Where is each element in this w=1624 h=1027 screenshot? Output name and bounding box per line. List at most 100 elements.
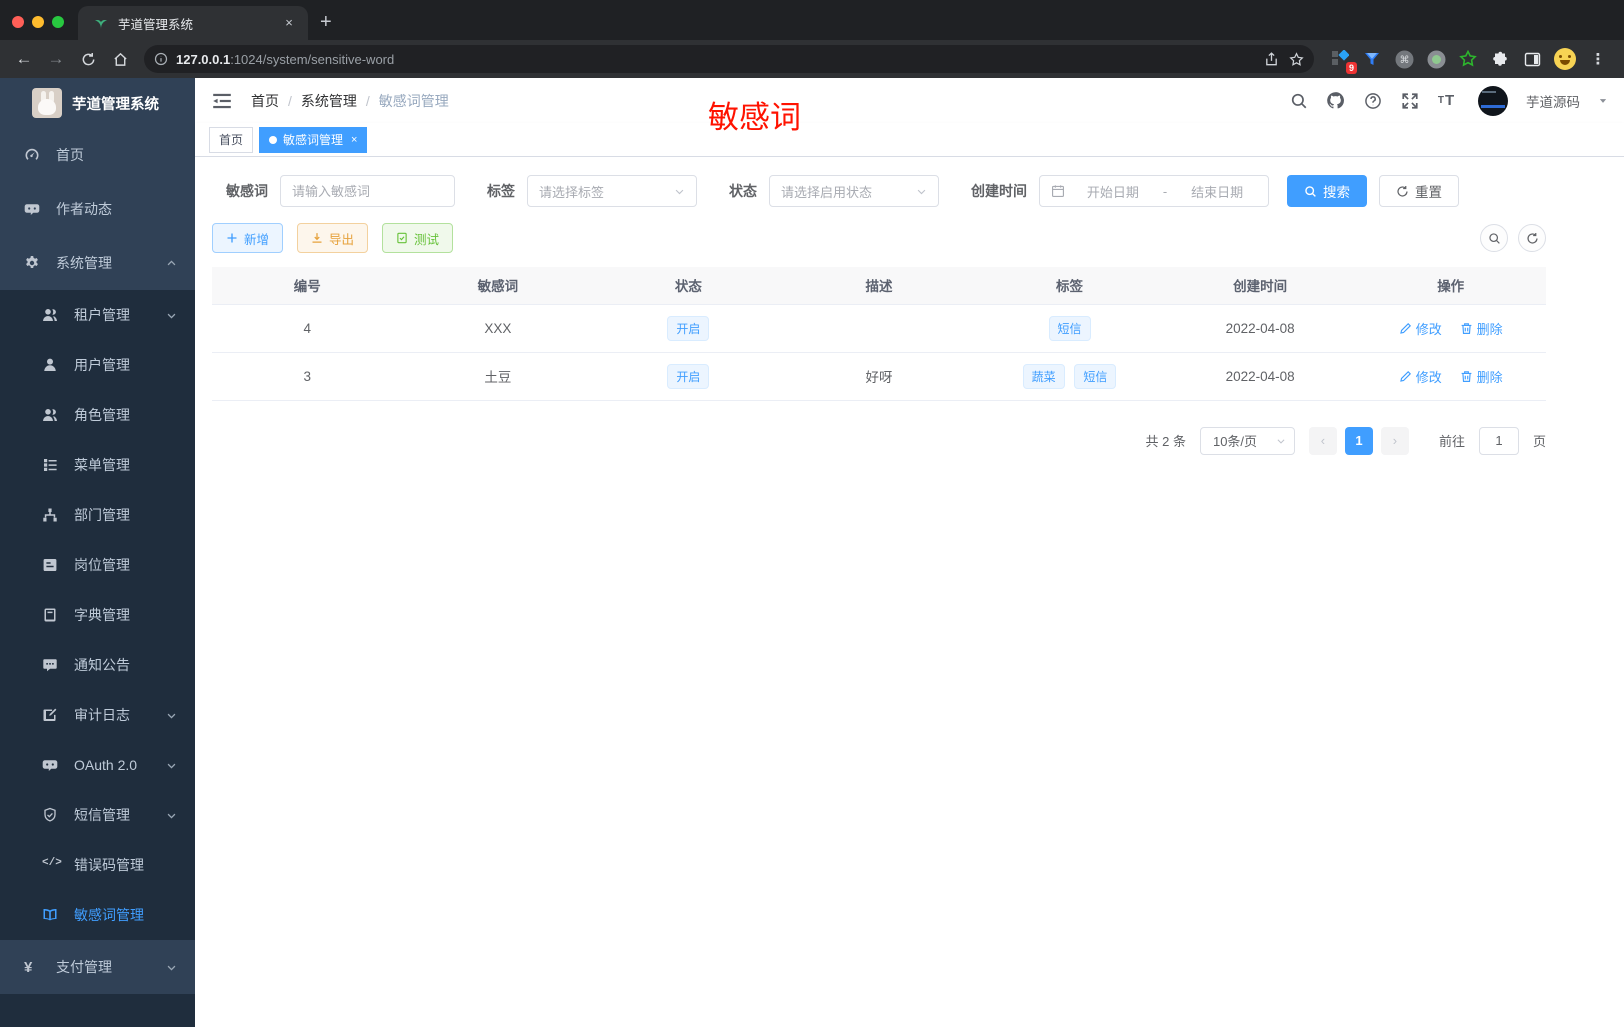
sidebar-item-sensitive-word[interactable]: 敏感词管理 [0,890,195,940]
prev-page-button[interactable]: ‹ [1308,426,1337,455]
fullscreen-icon[interactable] [1400,91,1419,110]
window-close-button[interactable] [12,16,24,28]
trash-icon [1461,370,1471,382]
sidebar-item-label: 菜单管理 [74,457,130,473]
sidebar-item-system[interactable]: 系统管理 [0,236,195,290]
tag-home[interactable]: 首页 [209,126,254,153]
breadcrumb-section[interactable]: 系统管理 [301,91,357,111]
reload-icon[interactable] [74,45,102,73]
goto-page-input[interactable] [1479,427,1518,454]
app-logo-row[interactable]: 芋道管理系统 [0,78,195,128]
toggle-search-icon[interactable] [1480,224,1508,252]
browser-tab[interactable]: 芋道管理系统 × [78,6,308,40]
sidebar-item-user[interactable]: 用户管理 [0,340,195,390]
site-info-icon[interactable] [154,52,168,66]
sidebar-toggle-icon[interactable] [211,90,233,112]
sidebar-item-label: 作者动态 [56,201,112,217]
sidebar-item-menu[interactable]: 菜单管理 [0,440,195,490]
forward-icon[interactable]: → [42,45,70,73]
edit-link[interactable]: 修改 [1399,367,1442,386]
keyword-input[interactable] [292,183,443,199]
gear-icon [24,255,40,271]
goto-label: 前往 [1438,434,1465,449]
oauth-face-icon [42,757,58,773]
sidebar-item-notice[interactable]: 通知公告 [0,640,195,690]
sidebar-item-oauth[interactable]: OAuth 2.0 [0,740,195,790]
page-number-button[interactable]: 1 [1344,426,1373,455]
tab-favicon-leaf-icon [94,16,108,30]
tab-close-icon[interactable]: × [280,14,298,32]
browser-menu-icon[interactable]: ⋮ [1588,49,1608,69]
reset-button-label: 重置 [1415,185,1442,200]
bookmark-star-icon[interactable] [1289,51,1304,67]
shield-check-icon [42,807,58,823]
share-icon[interactable] [1264,51,1279,67]
tag-sensitive-word[interactable]: 敏感词管理 × [259,126,368,153]
reset-button[interactable]: 重置 [1379,175,1459,207]
cell-created: 2022-04-08 [1164,352,1356,401]
breadcrumb-separator: / [365,92,370,109]
sidebar: 芋道管理系统 首页 作者动态 系统管理 租户管理 用户管理 角色管理 菜单管理 … [0,78,195,1027]
sidebar-item-home[interactable]: 首页 [0,128,195,182]
table-row: 3 土豆 开启 好呀 蔬菜 短信 2022-04-08 修改 删除 [212,352,1546,401]
sidebar-item-author-news[interactable]: 作者动态 [0,182,195,236]
funnel-extension-icon[interactable] [1362,49,1382,69]
recorder-extension-icon[interactable] [1426,49,1446,69]
user-avatar[interactable] [1478,85,1508,116]
extensions-puzzle-icon[interactable] [1490,49,1510,69]
help-icon[interactable] [1363,91,1382,110]
sidebar-item-role[interactable]: 角色管理 [0,390,195,440]
main-area: 首页 / 系统管理 / 敏感词管理 TT 芋道源码 首页 敏感词管理 × 敏感词… [195,78,1624,1027]
test-button[interactable]: 测试 [382,223,454,253]
export-button[interactable]: 导出 [297,223,369,253]
sidebar-item-post[interactable]: 岗位管理 [0,540,195,590]
tampermonkey-extension-icon[interactable]: 9 [1330,49,1357,74]
date-range-picker[interactable]: 开始日期 - 结束日期 [1039,175,1269,207]
filter-status: 状态 请选择启用状态 [729,175,939,207]
tag-close-icon[interactable]: × [351,134,357,146]
username[interactable]: 芋道源码 [1526,91,1580,111]
sidebar-item-tenant[interactable]: 租户管理 [0,290,195,340]
tab-title: 芋道管理系统 [118,17,194,32]
col-status: 状态 [593,267,784,305]
profile-avatar[interactable] [1554,48,1576,70]
command-extension-icon[interactable]: ⌘ [1394,49,1414,69]
page-size-select[interactable]: 10条/页 [1199,426,1295,455]
status-select[interactable]: 请选择启用状态 [769,175,939,207]
sidebar-item-sms[interactable]: 短信管理 [0,790,195,840]
col-desc: 描述 [783,267,975,305]
window-minimize-button[interactable] [32,16,44,28]
next-page-button[interactable]: › [1380,426,1409,455]
dashboard-icon [24,147,40,163]
add-button[interactable]: 新增 [212,223,284,253]
book-icon [42,607,58,623]
delete-link[interactable]: 删除 [1460,367,1503,386]
tag-select[interactable]: 请选择标签 [527,175,697,207]
sidebar-item-payment[interactable]: ¥ 支付管理 [0,940,195,994]
url-bar[interactable]: 127.0.0.1:1024/system/sensitive-word [144,45,1314,73]
url-text[interactable]: 127.0.0.1:1024/system/sensitive-word [176,52,1256,67]
window-zoom-button[interactable] [52,16,64,28]
sidebar-item-error-code[interactable]: </> 错误码管理 [0,840,195,890]
font-size-icon[interactable]: TT [1437,91,1456,110]
breadcrumb-home[interactable]: 首页 [251,91,279,111]
search-icon[interactable] [1289,91,1308,110]
green-star-extension-icon[interactable] [1458,49,1478,69]
back-icon[interactable]: ← [10,45,38,73]
chevron-down-icon [1276,436,1286,446]
sidebar-item-dept[interactable]: 部门管理 [0,490,195,540]
side-panel-icon[interactable] [1522,49,1542,69]
delete-link[interactable]: 删除 [1460,319,1503,338]
refresh-icon[interactable] [1518,224,1546,252]
edit-link[interactable]: 修改 [1399,319,1442,338]
user-menu-caret-icon[interactable] [1598,96,1608,106]
home-icon[interactable] [106,45,134,73]
sidebar-item-label: OAuth 2.0 [74,757,138,773]
sidebar-item-audit-log[interactable]: 审计日志 [0,690,195,740]
new-tab-button[interactable]: + [308,11,346,40]
search-button[interactable]: 搜索 [1287,175,1367,207]
sidebar-item-dict[interactable]: 字典管理 [0,590,195,640]
col-tags: 标签 [974,267,1165,305]
github-icon[interactable] [1326,91,1345,110]
badge-icon [42,557,58,573]
